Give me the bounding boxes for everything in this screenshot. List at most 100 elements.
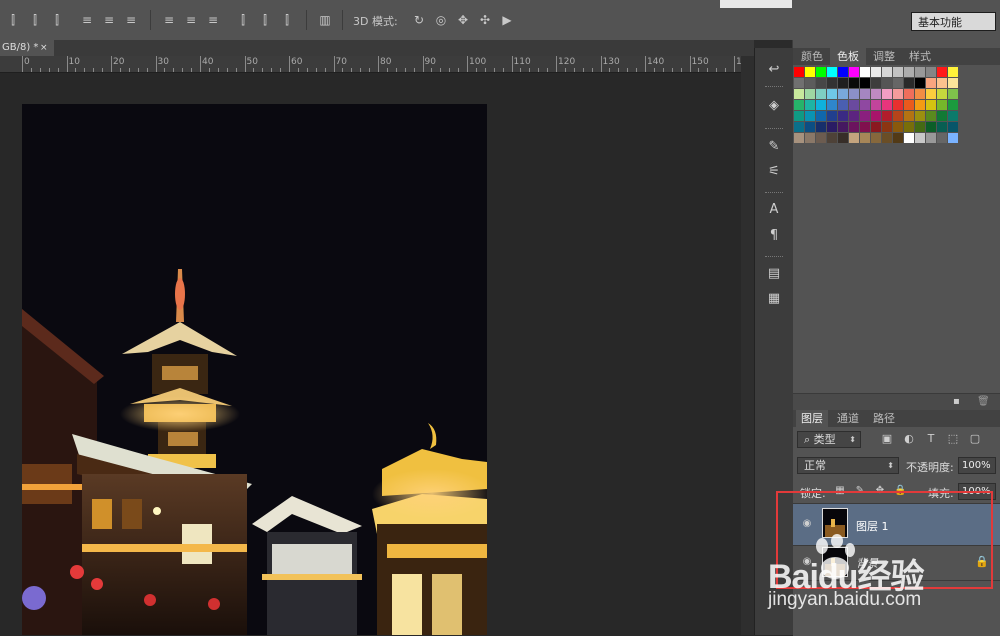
align-right-edges-icon[interactable]: ⫿ (50, 13, 64, 27)
swatch[interactable] (926, 100, 936, 110)
swatch[interactable] (827, 111, 837, 121)
notes-panel-icon[interactable]: ▦ (764, 290, 784, 308)
workspace-select[interactable]: 基本功能 (911, 12, 996, 31)
swatch[interactable] (794, 133, 804, 143)
swatch[interactable] (860, 89, 870, 99)
swatch[interactable] (926, 89, 936, 99)
swatch[interactable] (816, 89, 826, 99)
swatch[interactable] (904, 100, 914, 110)
swatch[interactable] (882, 89, 892, 99)
swatch[interactable] (827, 89, 837, 99)
swatch[interactable] (893, 122, 903, 132)
swatch[interactable] (805, 133, 815, 143)
swatch[interactable] (926, 133, 936, 143)
close-tab-icon[interactable]: × (40, 40, 52, 56)
swatch[interactable] (904, 78, 914, 88)
swatch[interactable] (937, 67, 947, 77)
swatch[interactable] (904, 67, 914, 77)
swatch[interactable] (882, 133, 892, 143)
swatch[interactable] (827, 122, 837, 132)
align-left-edges-icon[interactable]: ⫿ (6, 13, 20, 27)
swatch[interactable] (849, 133, 859, 143)
swatch[interactable] (915, 122, 925, 132)
slide-3d-icon[interactable]: ✣ (478, 13, 492, 27)
swatch[interactable] (937, 89, 947, 99)
swatch[interactable] (849, 100, 859, 110)
swatch[interactable] (915, 100, 925, 110)
swatch[interactable] (948, 133, 958, 143)
swatch[interactable] (794, 100, 804, 110)
smart-object-filter-icon[interactable]: ▢ (968, 432, 982, 446)
auto-align-layers-icon[interactable]: ▥ (318, 13, 332, 27)
swatch[interactable] (926, 78, 936, 88)
swatch[interactable] (882, 78, 892, 88)
layer-filter-select[interactable]: ⌕ 类型 ⬍ (797, 431, 861, 448)
align-horizontal-centers-icon[interactable]: ⫿ (28, 13, 42, 27)
swatch[interactable] (849, 78, 859, 88)
swatch[interactable] (860, 67, 870, 77)
swatch[interactable] (805, 78, 815, 88)
align-bottom-edges-icon[interactable]: ≡ (124, 13, 138, 27)
blend-mode-select[interactable]: 正常 ⬍ (797, 457, 899, 474)
swatch[interactable] (827, 133, 837, 143)
swatch[interactable] (838, 122, 848, 132)
tab-color[interactable]: 颜色 (796, 48, 828, 65)
adjustment-filter-icon[interactable]: ◐ (902, 432, 916, 446)
swatch[interactable] (948, 89, 958, 99)
swatch[interactable] (871, 78, 881, 88)
paragraph-panel-icon[interactable]: ¶ (764, 227, 784, 245)
swatch[interactable] (794, 67, 804, 77)
swatch[interactable] (904, 89, 914, 99)
swatch[interactable] (937, 111, 947, 121)
tab-paths[interactable]: 路径 (868, 410, 900, 427)
swatch[interactable] (827, 100, 837, 110)
align-vertical-centers-icon[interactable]: ≡ (102, 13, 116, 27)
swatch[interactable] (816, 122, 826, 132)
distribute-left-icon[interactable]: ⫿ (236, 13, 250, 27)
swatch[interactable] (838, 67, 848, 77)
swatch[interactable] (849, 111, 859, 121)
brush-presets-icon[interactable]: ⚟ (764, 163, 784, 181)
opacity-input[interactable]: 100% (958, 457, 996, 474)
swatch[interactable] (893, 89, 903, 99)
swatch[interactable] (893, 78, 903, 88)
distribute-hcenter-icon[interactable]: ⫿ (258, 13, 272, 27)
distribute-vcenter-icon[interactable]: ≡ (184, 13, 198, 27)
tab-channels[interactable]: 通道 (832, 410, 864, 427)
swatch[interactable] (827, 67, 837, 77)
swatch[interactable] (805, 100, 815, 110)
swatch[interactable] (860, 133, 870, 143)
swatch[interactable] (816, 100, 826, 110)
swatch[interactable] (816, 133, 826, 143)
document-image[interactable] (22, 104, 487, 635)
swatch[interactable] (882, 122, 892, 132)
swatch[interactable] (904, 122, 914, 132)
swatch[interactable] (948, 122, 958, 132)
history-panel-icon[interactable]: ↩ (764, 61, 784, 79)
swatch[interactable] (882, 111, 892, 121)
swatch[interactable] (860, 122, 870, 132)
swatch[interactable] (904, 111, 914, 121)
swatch[interactable] (882, 67, 892, 77)
swatch[interactable] (937, 78, 947, 88)
pixel-filter-icon[interactable]: ▣ (880, 432, 894, 446)
dock-collapse-bar[interactable] (754, 40, 792, 48)
swatch[interactable] (794, 89, 804, 99)
3d-panel-icon[interactable]: ◈ (764, 97, 784, 115)
swatch[interactable] (937, 133, 947, 143)
roll-3d-icon[interactable]: ◎ (434, 13, 448, 27)
swatch[interactable] (827, 78, 837, 88)
swatch[interactable] (805, 122, 815, 132)
tab-swatches[interactable]: 色板 (830, 48, 866, 65)
swatch[interactable] (926, 111, 936, 121)
type-filter-icon[interactable]: T (924, 432, 938, 446)
swatch[interactable] (838, 133, 848, 143)
swatch[interactable] (948, 111, 958, 121)
swatch[interactable] (838, 111, 848, 121)
swatch[interactable] (849, 67, 859, 77)
swatch[interactable] (904, 133, 914, 143)
swatch[interactable] (805, 67, 815, 77)
swatch[interactable] (948, 78, 958, 88)
align-top-edges-icon[interactable]: ≡ (80, 13, 94, 27)
distribute-right-icon[interactable]: ⫿ (280, 13, 294, 27)
